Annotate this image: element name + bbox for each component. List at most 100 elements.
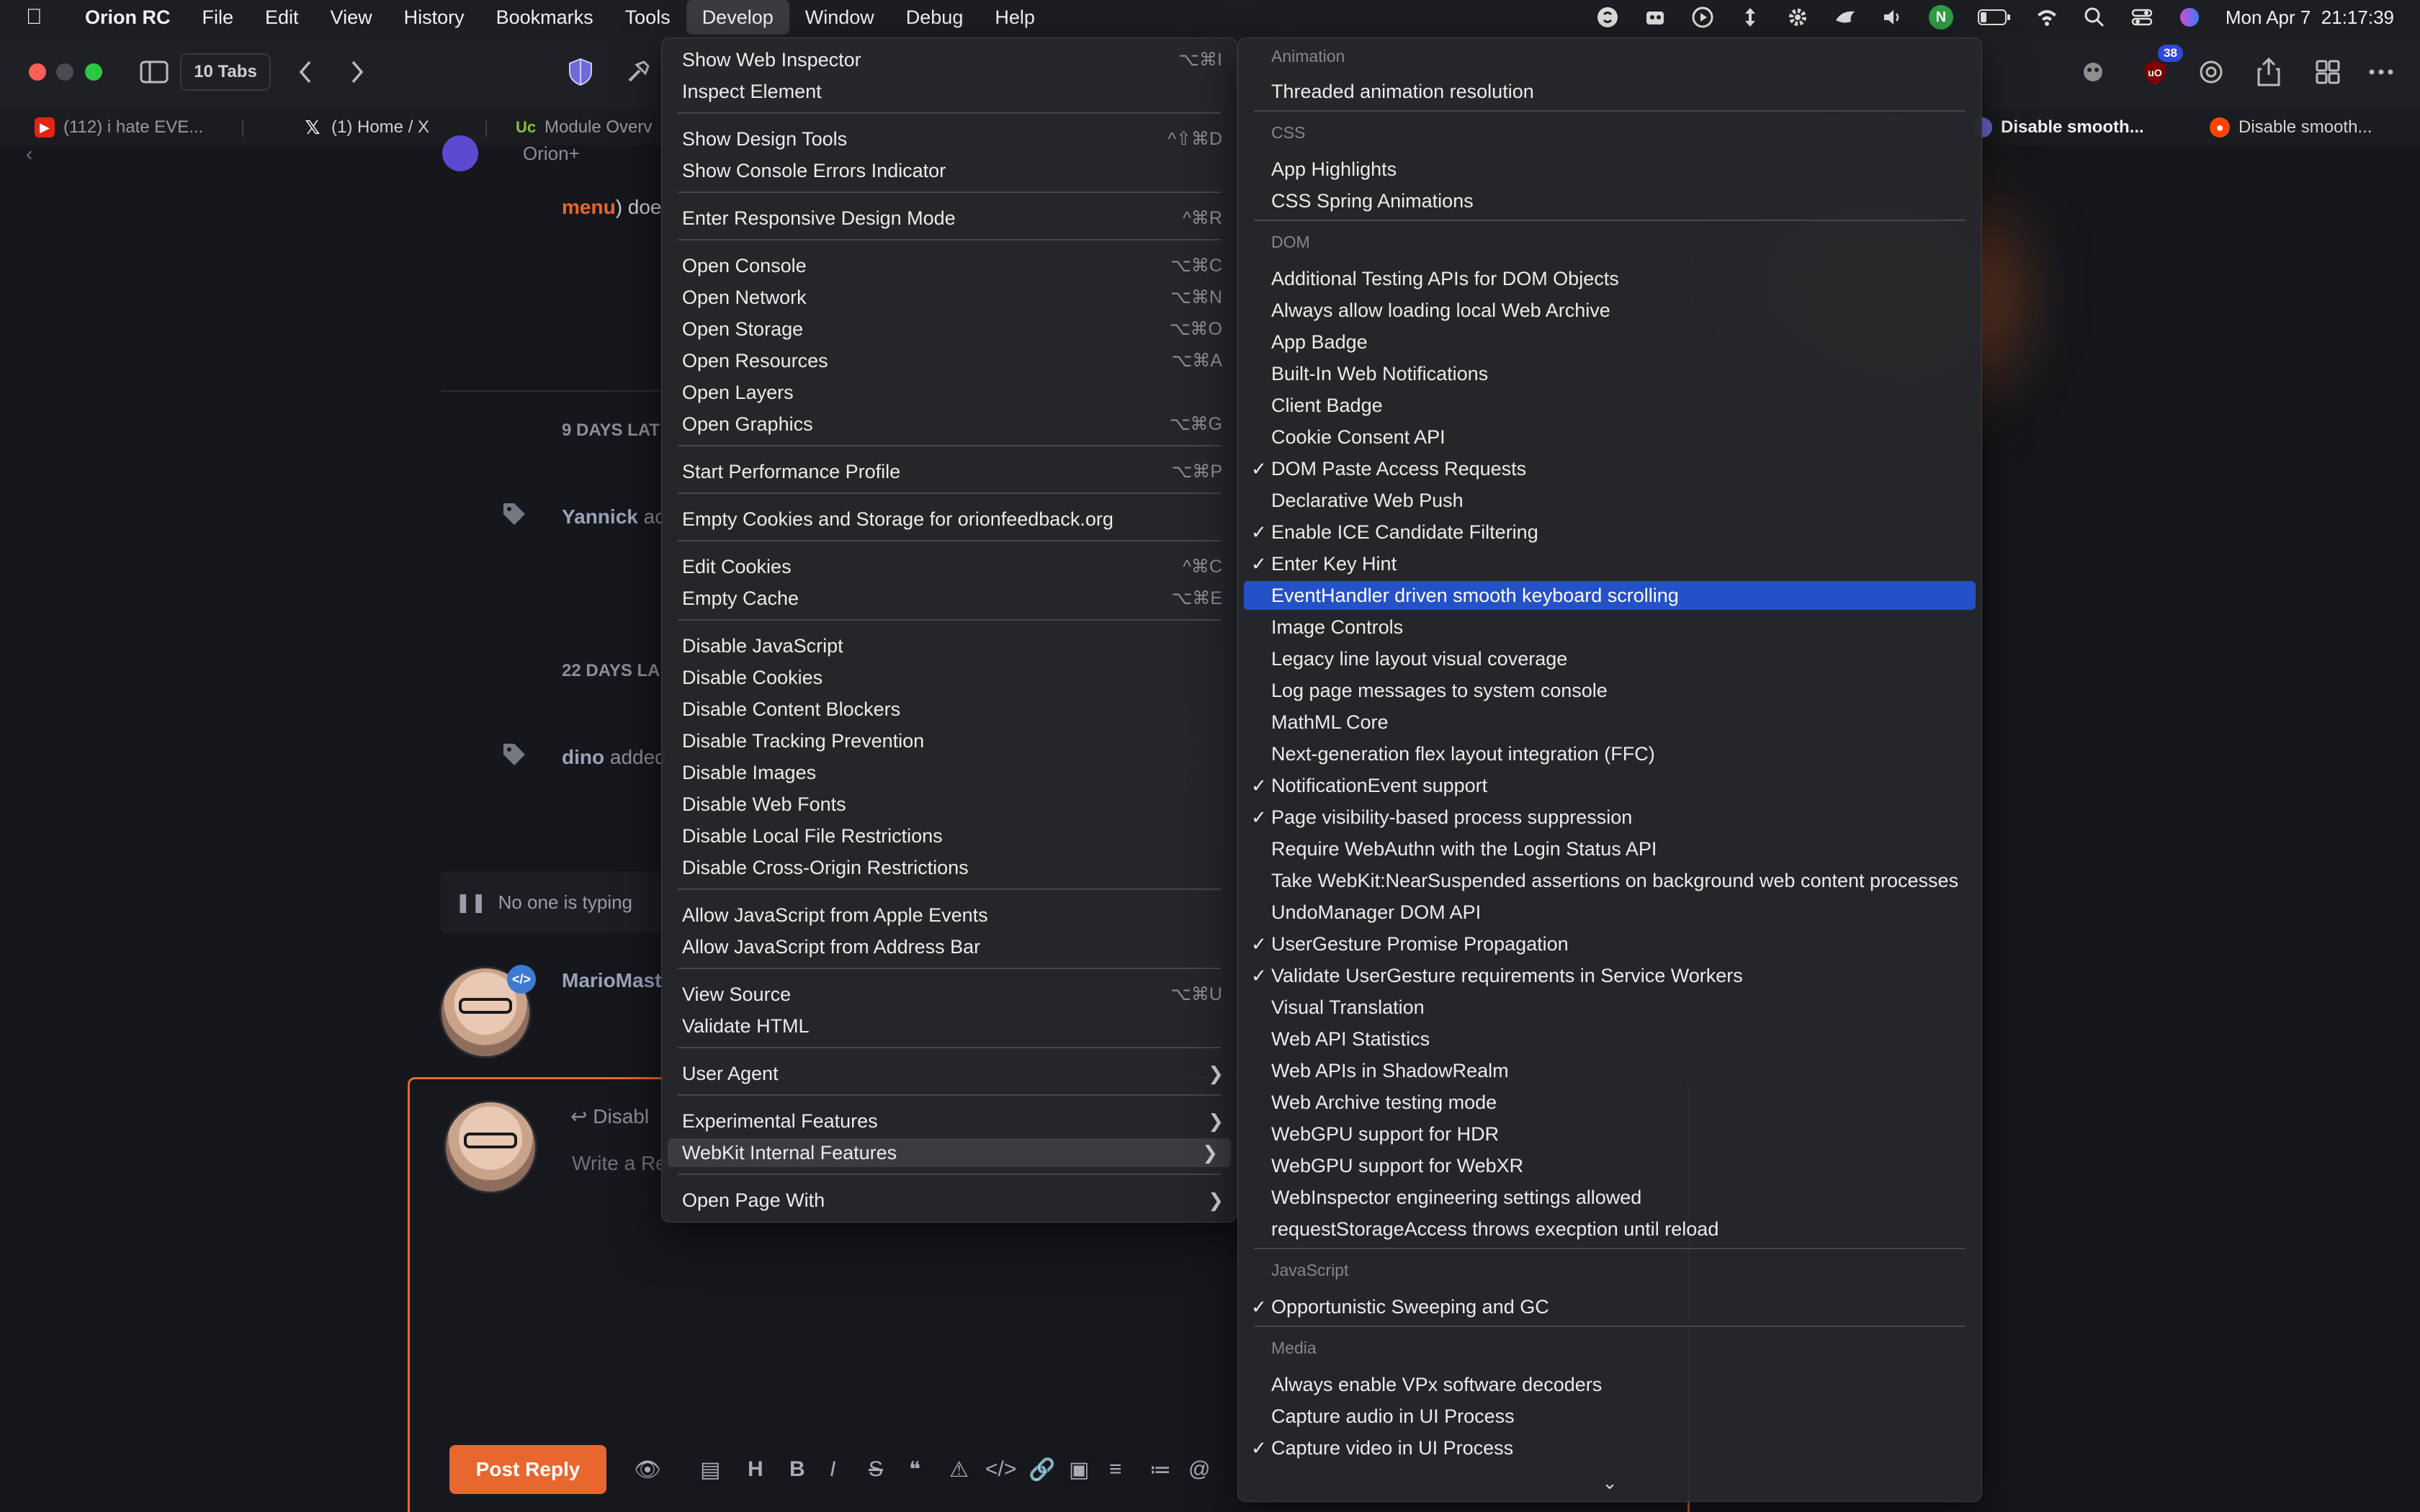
bold-icon[interactable]: B — [789, 1457, 805, 1482]
menu-history[interactable]: History — [388, 0, 480, 35]
feature-item[interactable]: Cookie Consent API — [1238, 423, 1981, 451]
shield-icon[interactable] — [565, 56, 596, 88]
shazam-icon[interactable] — [1596, 6, 1619, 29]
menu-window[interactable]: Window — [789, 0, 890, 35]
window-close-button[interactable] — [29, 63, 46, 81]
feature-item[interactable]: ✓ Enable ICE Candidate Filtering — [1238, 518, 1981, 546]
menu-item-responsive-design-mode[interactable]: Enter Responsive Design Mode ^⌘R — [662, 204, 1237, 233]
tab-disable-smooth-1[interactable]: Disable smooth... — [1972, 109, 2144, 145]
window-minimize-button[interactable] — [56, 63, 73, 81]
bird-icon[interactable] — [1834, 6, 1857, 29]
menu-item-open-storage[interactable]: Open Storage ⌥⌘O — [662, 315, 1237, 343]
menu-item-allow-js-address-bar[interactable]: Allow JavaScript from Address Bar — [662, 932, 1237, 961]
menu-item-show-design-tools[interactable]: Show Design Tools ^⇧⌘D — [662, 125, 1237, 153]
feature-item[interactable]: requestStorageAccess throws execption un… — [1238, 1215, 1981, 1243]
menu-item-open-network[interactable]: Open Network ⌥⌘N — [662, 283, 1237, 312]
warning-icon[interactable]: ⚠ — [949, 1457, 969, 1482]
sidebar-toggle-icon[interactable] — [138, 56, 170, 88]
italic-icon[interactable]: I — [830, 1457, 835, 1482]
menu-file[interactable]: File — [187, 0, 250, 35]
arrows-icon[interactable] — [1739, 6, 1762, 29]
feature-item[interactable]: ✓ Validate UserGesture requirements in Se… — [1238, 961, 1981, 990]
more-icon[interactable] — [2365, 56, 2397, 88]
feature-item[interactable]: Additional Testing APIs for DOM Objects — [1238, 264, 1981, 293]
tab-x[interactable]: 𝕏 (1) Home / X — [302, 109, 430, 145]
feature-item[interactable]: Built-In Web Notifications — [1238, 359, 1981, 388]
menu-debug[interactable]: Debug — [890, 0, 980, 35]
volume-icon[interactable] — [1881, 6, 1904, 29]
feature-item[interactable]: Client Badge — [1238, 391, 1981, 420]
tab-youtube[interactable]: ▶ (112) i hate EVE... — [35, 109, 203, 145]
battery-icon[interactable] — [1977, 6, 2011, 29]
apple-icon[interactable]:  — [26, 5, 69, 30]
feature-item[interactable]: Take WebKit:NearSuspended assertions on … — [1238, 866, 1981, 895]
feature-item[interactable]: Web Archive testing mode — [1238, 1088, 1981, 1117]
clock[interactable]: Mon Apr 7 21:17:39 — [2226, 6, 2394, 29]
extension-icon[interactable] — [1644, 6, 1667, 29]
feature-item[interactable]: MathML Core — [1238, 708, 1981, 737]
feature-item[interactable]: App Badge — [1238, 328, 1981, 356]
quote-icon[interactable]: ❝ — [909, 1457, 920, 1482]
menu-item-open-console[interactable]: Open Console ⌥⌘C — [662, 251, 1237, 280]
tab-module-overview[interactable]: Uc Module Overv — [516, 109, 652, 145]
menu-item-edit-cookies[interactable]: Edit Cookies ^⌘C — [662, 552, 1237, 581]
menu-item-empty-cache[interactable]: Empty Cache ⌥⌘E — [662, 584, 1237, 613]
feature-item[interactable]: Capture audio in UI Process — [1238, 1402, 1981, 1431]
tabs-count-button[interactable]: 10 Tabs — [180, 53, 271, 91]
menu-item-user-agent[interactable]: User Agent ❯ — [662, 1059, 1237, 1088]
menu-item-show-web-inspector[interactable]: Show Web Inspector ⌥⌘I — [662, 45, 1237, 74]
feature-item[interactable]: Log page messages to system console — [1238, 676, 1981, 705]
feature-item[interactable]: WebGPU support for HDR — [1238, 1120, 1981, 1148]
feature-item[interactable]: Legacy line layout visual coverage — [1238, 644, 1981, 673]
feature-item[interactable]: ✓ Enter Key Hint — [1238, 549, 1981, 578]
menu-help[interactable]: Help — [979, 0, 1051, 35]
menu-item-empty-cookies-storage[interactable]: Empty Cookies and Storage for orionfeedb… — [662, 505, 1237, 534]
feature-item[interactable]: ✓ NotificationEvent support — [1238, 771, 1981, 800]
menu-item-disable-cross-origin[interactable]: Disable Cross-Origin Restrictions — [662, 853, 1237, 882]
image-icon[interactable]: ▣ — [1069, 1457, 1089, 1482]
feature-item[interactable]: Always enable VPx software decoders — [1238, 1370, 1981, 1399]
code-icon[interactable]: </> — [985, 1457, 1016, 1482]
link-icon[interactable]: 🔗 — [1028, 1457, 1055, 1482]
control-center-icon[interactable] — [2130, 6, 2154, 29]
feature-item[interactable]: EventHandler driven smooth keyboard scro… — [1244, 581, 1976, 610]
mention-icon[interactable]: @ — [1188, 1457, 1210, 1482]
circle-target-icon[interactable] — [2195, 56, 2227, 88]
post-reply-button[interactable]: Post Reply — [449, 1445, 606, 1494]
menu-item-inspect-element[interactable]: Inspect Element — [662, 77, 1237, 106]
reply-input[interactable]: Write a Re — [572, 1152, 667, 1175]
feature-item[interactable]: CSS Spring Animations — [1238, 186, 1981, 215]
menu-item-open-layers[interactable]: Open Layers — [662, 378, 1237, 407]
tab-disable-smooth-2[interactable]: ● Disable smooth... — [2210, 109, 2372, 145]
n-badge-icon[interactable]: N — [1928, 5, 1953, 30]
feature-item[interactable]: ✓ UserGesture Promise Propagation — [1238, 930, 1981, 958]
menu-bookmarks[interactable]: Bookmarks — [480, 0, 609, 35]
feature-item[interactable]: Image Controls — [1238, 613, 1981, 642]
extension-puzzle-icon[interactable] — [2077, 56, 2109, 88]
menu-item-open-page-with[interactable]: Open Page With ❯ — [662, 1186, 1237, 1215]
menu-app-name[interactable]: Orion RC — [69, 0, 187, 35]
menu-item-open-resources[interactable]: Open Resources ⌥⌘A — [662, 346, 1237, 375]
bullet-list-icon[interactable]: ≡ — [1109, 1457, 1122, 1482]
feature-item[interactable]: Visual Translation — [1238, 993, 1981, 1022]
tab-overview-icon[interactable] — [2312, 56, 2344, 88]
username-yannick[interactable]: Yannick — [562, 505, 638, 528]
scroll-down-chevron-icon[interactable]: ⌄ — [1238, 1472, 1981, 1494]
feature-item[interactable]: WebGPU support for WebXR — [1238, 1151, 1981, 1180]
menu-tools[interactable]: Tools — [609, 0, 686, 35]
gear-icon[interactable] — [1786, 6, 1809, 29]
menu-item-view-source[interactable]: View Source ⌥⌘U — [662, 980, 1237, 1009]
menu-item-disable-local-file-restrictions[interactable]: Disable Local File Restrictions — [662, 822, 1237, 850]
menu-item-validate-html[interactable]: Validate HTML — [662, 1012, 1237, 1040]
menu-item-allow-js-apple-events[interactable]: Allow JavaScript from Apple Events — [662, 901, 1237, 930]
wifi-icon[interactable] — [2035, 6, 2058, 29]
search-icon[interactable] — [2083, 6, 2106, 29]
menu-item-disable-images[interactable]: Disable Images — [662, 758, 1237, 787]
feature-item[interactable]: ✓ Opportunistic Sweeping and GC — [1238, 1292, 1981, 1321]
menu-item-performance-profile[interactable]: Start Performance Profile ⌥⌘P — [662, 457, 1237, 486]
feature-item[interactable]: ✓ Page visibility-based process suppressi… — [1238, 803, 1981, 832]
username-dino[interactable]: dino — [562, 746, 604, 768]
strikethrough-icon[interactable]: S — [869, 1457, 883, 1482]
forward-icon[interactable] — [343, 56, 372, 88]
menu-develop[interactable]: Develop — [686, 0, 789, 35]
